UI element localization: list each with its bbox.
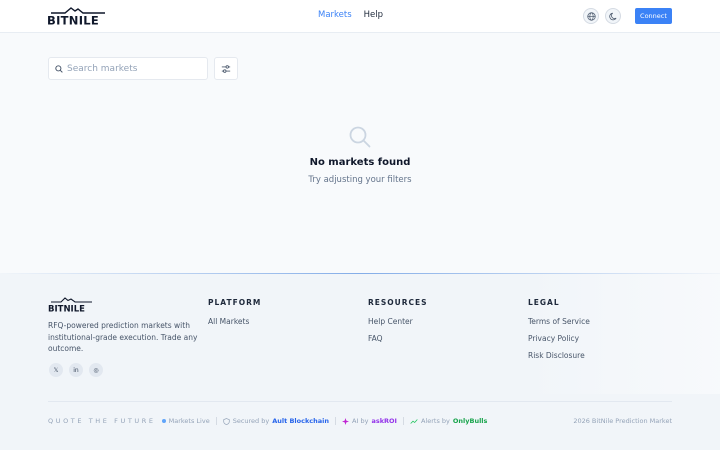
search-box[interactable] xyxy=(48,57,208,80)
sparkle-icon xyxy=(342,417,350,425)
footer-heading-resources: RESOURCES xyxy=(368,298,428,307)
search-icon xyxy=(55,64,63,73)
separator xyxy=(335,417,337,425)
footer-link-help-center[interactable]: Help Center xyxy=(368,317,413,326)
moon-icon xyxy=(608,12,616,20)
theme-toggle-button[interactable] xyxy=(605,8,621,24)
shield-icon xyxy=(223,417,230,425)
trending-up-icon xyxy=(410,418,418,425)
copyright: 2026 BitNile Prediction Market xyxy=(573,417,672,425)
separator xyxy=(402,417,404,425)
footer-logo-wordmark: BITNILE xyxy=(48,305,85,314)
nav-help[interactable]: Help xyxy=(364,10,383,20)
onlybulls-link[interactable]: OnlyBulls xyxy=(453,417,488,425)
filter-button[interactable] xyxy=(214,57,238,80)
live-status-dot xyxy=(161,419,166,423)
footer-heading-platform: PLATFORM xyxy=(208,298,262,307)
footer-logo[interactable]: BITNILE xyxy=(48,297,94,315)
linkedin-icon[interactable]: in xyxy=(69,363,83,377)
footer-link-risk[interactable]: Risk Disclosure xyxy=(528,351,585,360)
instagram-icon[interactable]: ◎ xyxy=(89,363,103,377)
sliders-icon xyxy=(221,64,231,73)
globe-icon xyxy=(586,11,596,21)
footer-link-faq[interactable]: FAQ xyxy=(368,334,383,343)
ai-by-label: AI by xyxy=(352,417,369,425)
footer-link-privacy[interactable]: Privacy Policy xyxy=(528,334,579,343)
language-button[interactable] xyxy=(583,8,599,24)
footer-bottom-bar: QUOTE THE FUTURE Markets Live Secured by… xyxy=(48,417,487,425)
footer-link-all-markets[interactable]: All Markets xyxy=(208,317,249,326)
footer-tagline: QUOTE THE FUTURE xyxy=(48,417,156,425)
alerts-by-label: Alerts by xyxy=(420,417,450,425)
search-input[interactable] xyxy=(67,63,202,74)
x-social-icon[interactable]: 𝕏 xyxy=(49,363,63,377)
footer-link-terms[interactable]: Terms of Service xyxy=(528,317,590,326)
footer-heading-legal: LEGAL xyxy=(528,298,560,307)
ault-blockchain-link[interactable]: Ault Blockchain xyxy=(272,417,329,425)
askroi-link[interactable]: askROI xyxy=(371,417,397,425)
bitnile-logo[interactable]: BITNILE xyxy=(47,6,109,26)
main-nav: Markets Help xyxy=(318,10,383,20)
logo-wordmark: BITNILE xyxy=(47,14,99,27)
nav-markets[interactable]: Markets xyxy=(318,10,352,20)
markets-live-status: Markets Live xyxy=(168,417,210,425)
connect-button[interactable]: Connect xyxy=(635,8,672,24)
search-empty-icon xyxy=(349,126,371,148)
footer-description: RFQ-powered prediction markets with inst… xyxy=(48,321,198,353)
empty-state-subtitle: Try adjusting your filters xyxy=(308,175,412,185)
top-header: BITNILE Markets Help Connect xyxy=(0,0,720,33)
separator xyxy=(215,417,217,425)
empty-state-title: No markets found xyxy=(309,157,411,168)
footer: BITNILE RFQ-powered prediction markets w… xyxy=(0,273,720,450)
footer-divider xyxy=(48,401,672,402)
secured-by-label: Secured by xyxy=(232,417,270,425)
